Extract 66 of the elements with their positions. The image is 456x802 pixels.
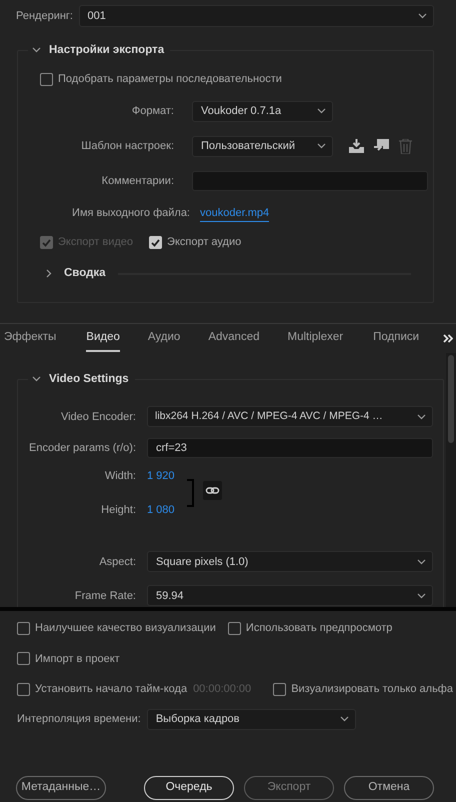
tab[interactable]: Multiplexer bbox=[288, 325, 344, 352]
download-icon[interactable] bbox=[348, 139, 364, 154]
section-title: Video Settings bbox=[49, 372, 129, 387]
output-file-link[interactable]: voukoder.mp4 bbox=[200, 204, 270, 222]
checkbox[interactable] bbox=[149, 236, 162, 250]
field-label: Encoder params (r/o): bbox=[28, 441, 136, 456]
import-icon[interactable] bbox=[374, 139, 388, 154]
checkbox[interactable] bbox=[40, 73, 53, 86]
tab[interactable]: Advanced bbox=[208, 325, 260, 352]
chevron-down-icon bbox=[418, 13, 427, 19]
value-field[interactable]: 1 080 bbox=[147, 502, 187, 518]
field-label: Aspect: bbox=[98, 554, 136, 570]
checkbox[interactable] bbox=[17, 652, 30, 666]
tab[interactable]: Видео bbox=[86, 325, 120, 352]
field-label: Frame Rate: bbox=[74, 588, 136, 604]
bracket-drawing bbox=[187, 479, 195, 508]
comments-field[interactable] bbox=[192, 170, 428, 191]
dialog-button[interactable]: Метаданные… bbox=[16, 776, 106, 800]
field-label: Video Encoder: bbox=[60, 410, 136, 425]
checkbox-label: Экспорт аудио bbox=[167, 235, 242, 250]
field-label: Комментарии: bbox=[100, 174, 174, 189]
chevron-down-icon bbox=[417, 414, 426, 420]
field-label: Шаблон настроек: bbox=[80, 139, 174, 154]
checkbox-label: Визуализировать только альфа bbox=[291, 682, 453, 697]
dropdown[interactable]: Square pixels (1.0) bbox=[147, 551, 433, 572]
chevron-down-icon[interactable] bbox=[32, 47, 41, 54]
field-label: Интерполяция времени: bbox=[17, 712, 141, 727]
tab[interactable]: Эффекты bbox=[4, 325, 56, 352]
chevron-down-icon bbox=[317, 108, 326, 114]
dropdown[interactable]: libx264 H.264 / AVC / MPEG-4 AVC / MPEG-4 … bbox=[147, 406, 433, 428]
chevron-down-icon[interactable] bbox=[32, 376, 41, 382]
link-icon[interactable] bbox=[203, 480, 222, 500]
checkbox[interactable] bbox=[17, 682, 30, 696]
field-label: Рендеринг: bbox=[16, 8, 73, 24]
value-field[interactable]: 1 920 bbox=[147, 468, 187, 485]
chevron-down-icon bbox=[417, 592, 426, 599]
dropdown[interactable]: Пользовательский bbox=[192, 136, 333, 157]
tab[interactable]: Аудио bbox=[148, 325, 180, 352]
checkbox-label: Использовать предпросмотр bbox=[246, 621, 392, 636]
chevron-down-icon bbox=[317, 143, 326, 150]
checkbox-label: Импорт в проект bbox=[35, 652, 120, 666]
field-label: Формат: bbox=[130, 104, 174, 120]
checkbox-label: Подобрать параметры последовательности bbox=[58, 72, 282, 88]
checkbox[interactable] bbox=[228, 622, 241, 635]
dialog-button[interactable]: Отмена bbox=[344, 776, 434, 800]
section-title: Сводка bbox=[64, 266, 106, 281]
field-label: Width: bbox=[104, 469, 136, 484]
dialog-button[interactable]: Очередь bbox=[144, 776, 234, 800]
checkbox[interactable] bbox=[273, 682, 286, 696]
scrollbar[interactable] bbox=[446, 353, 456, 607]
section-title: Настройки экспорта bbox=[49, 43, 164, 58]
more-tabs-icon[interactable] bbox=[443, 334, 453, 343]
field-label: Height: bbox=[100, 502, 136, 518]
chevron-right-icon[interactable] bbox=[46, 269, 52, 278]
dropdown[interactable]: Выборка кадров bbox=[146, 708, 356, 730]
checkbox[interactable] bbox=[17, 622, 30, 635]
chevron-down-icon bbox=[417, 558, 426, 565]
tab[interactable]: Подписи bbox=[373, 325, 420, 352]
dropdown[interactable]: Voukoder 0.7.1a bbox=[192, 100, 333, 122]
field-label: Имя выходного файла: bbox=[71, 206, 190, 222]
checkbox-label: Наилучшее качество визуализации bbox=[35, 621, 216, 636]
checkbox-label: Установить начало тайм-кода bbox=[35, 682, 188, 697]
chevron-down-icon bbox=[340, 716, 349, 722]
encoder-params-field[interactable]: crf=23 bbox=[147, 438, 433, 458]
dropdown[interactable]: 59.94 bbox=[147, 585, 433, 606]
dropdown[interactable]: 001 bbox=[78, 5, 434, 27]
